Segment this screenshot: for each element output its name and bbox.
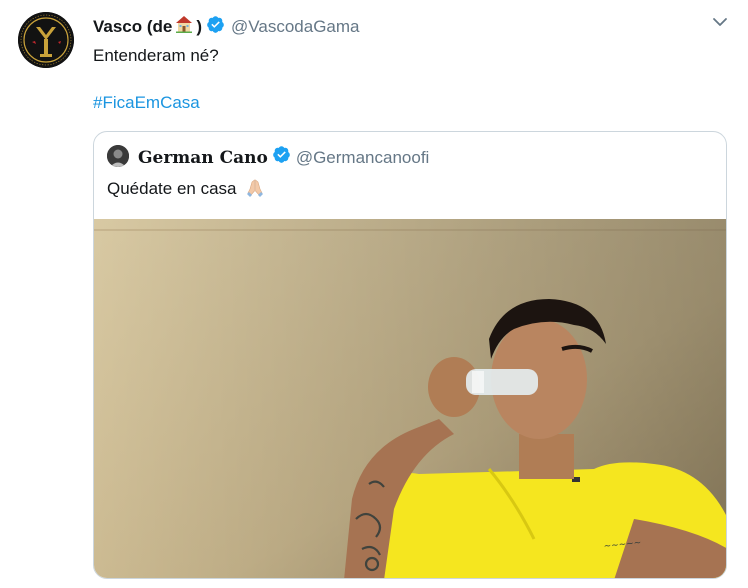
hashtag-link[interactable]: #FicaEmCasa — [93, 91, 200, 115]
author-handle[interactable]: @VascodaGama — [231, 16, 359, 38]
photo-man-drinking-water-icon: ~~~~~ — [94, 219, 726, 578]
profile-photo-icon — [107, 145, 129, 167]
quoted-author-avatar[interactable] — [107, 145, 129, 167]
author-avatar[interactable] — [18, 12, 74, 68]
vasco-crest-icon — [18, 12, 74, 68]
quoted-tweet[interactable]: German Cano @Germancanoofi Quédate en ca… — [93, 131, 727, 579]
quoted-author-handle[interactable]: @Germancanoofi — [296, 147, 430, 169]
author-name-end[interactable]: ) — [196, 16, 202, 38]
quoted-tweet-header: German Cano @Germancanoofi — [138, 145, 429, 170]
quoted-author-name[interactable]: German Cano — [138, 147, 268, 169]
quoted-tweet-media[interactable]: ~~~~~ — [94, 219, 726, 578]
tweet-header: Vasco (de ) @VascodaGama — [93, 14, 360, 40]
verified-badge-icon — [272, 145, 291, 170]
tweet-card[interactable]: Vasco (de ) @VascodaGama Entenderam né? — [0, 0, 748, 588]
folded-hands-icon — [245, 178, 265, 205]
quoted-tweet-text-line: Quédate en casa — [107, 177, 265, 205]
tweet-text: Entenderam né? — [93, 46, 219, 65]
verified-badge-icon — [206, 15, 225, 40]
author-name[interactable]: Vasco (de — [93, 16, 172, 38]
chevron-down-icon — [713, 18, 727, 26]
house-icon — [174, 14, 194, 40]
tweet-menu-button[interactable] — [710, 12, 730, 32]
quoted-tweet-text: Quédate en casa — [107, 179, 237, 198]
